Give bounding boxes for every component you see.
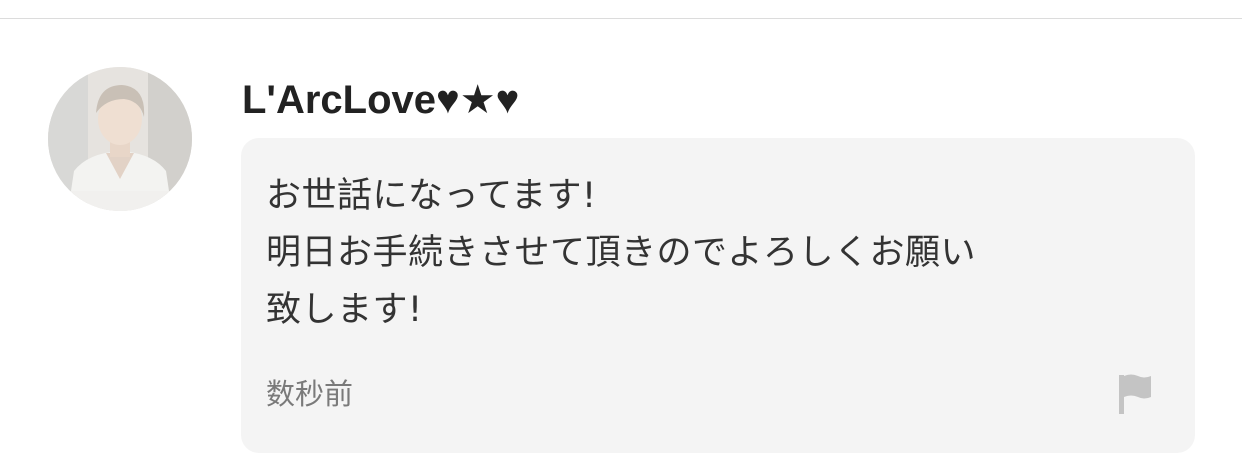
comment-text: お世話になってます! 明日お手続きさせて頂きのでよろしくお願い 致します! <box>266 176 977 330</box>
report-button[interactable] <box>1111 370 1159 418</box>
comment-timestamp: 数秒前 <box>266 377 354 411</box>
avatar[interactable] <box>48 67 192 211</box>
comment-bubble: お世話になってます! 明日お手続きさせて頂きのでよろしくお願い 致します! 数秒… <box>241 138 1195 453</box>
top-divider <box>0 18 1242 19</box>
flag-icon <box>1119 374 1151 414</box>
author-name[interactable]: L'ArcLove♥★♥ <box>242 76 519 124</box>
avatar-photo <box>48 67 192 211</box>
comment-page: L'ArcLove♥★♥ お世話になってます! 明日お手続きさせて頂きのでよろし… <box>0 0 1242 469</box>
